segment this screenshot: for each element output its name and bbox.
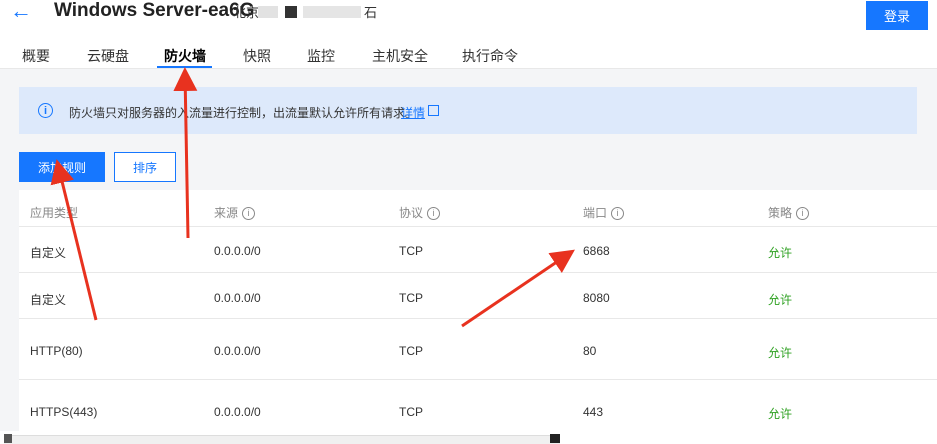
row-divider — [19, 272, 937, 273]
cell-source: 0.0.0.0/0 — [214, 244, 261, 258]
login-button[interactable]: 登录 — [866, 1, 928, 30]
cell-protocol: TCP — [399, 344, 423, 358]
external-link-icon[interactable] — [428, 105, 439, 116]
cell-policy: 允许 — [768, 293, 793, 307]
arrow-left-icon[interactable]: ← — [10, 0, 32, 24]
tab-snapshot[interactable]: 快照 — [243, 46, 271, 66]
add-rule-button[interactable]: 添加规则 — [19, 152, 105, 182]
cell-app-type: 自定义 — [30, 246, 67, 260]
cell-protocol: TCP — [399, 244, 423, 258]
cell-policy: 允许 — [768, 407, 793, 421]
region-tail: 石 — [364, 5, 378, 20]
region-label: 北京 — [233, 5, 260, 20]
cell-app-type: HTTP(80) — [30, 344, 83, 358]
cell-port: 6868 — [583, 244, 610, 258]
document-icon — [4, 434, 12, 443]
cell-port: 8080 — [583, 291, 610, 305]
cell-policy: 允许 — [768, 346, 793, 360]
tab-firewall[interactable]: 防火墙 — [164, 46, 206, 66]
cell-port: 80 — [583, 344, 597, 358]
top-bar: ← Windows Server-ea6G 北京 石 登录 — [0, 0, 937, 42]
cell-protocol: TCP — [399, 291, 423, 305]
cell-port: 443 — [583, 405, 604, 419]
redacted-text — [258, 6, 278, 18]
column-header-source: 来源 i — [214, 204, 256, 221]
tab-overview[interactable]: 概要 — [22, 46, 50, 66]
info-icon: i — [38, 103, 53, 118]
cell-protocol: TCP — [399, 405, 423, 419]
help-icon[interactable]: i — [796, 207, 810, 221]
cell-app-type: HTTPS(443) — [30, 405, 98, 419]
notice-text: 防火墙只对服务器的入流量进行控制，出流量默认允许所有请求。 — [69, 106, 418, 120]
page-title: Windows Server-ea6G — [54, 0, 255, 21]
active-tab-indicator — [157, 66, 212, 68]
cell-policy: 允许 — [768, 246, 793, 260]
scrollbar-end — [550, 434, 560, 443]
tab-cloud-disk[interactable]: 云硬盘 — [87, 46, 129, 66]
column-header-protocol: 协议 i — [399, 204, 441, 221]
sort-button[interactable]: 排序 — [114, 152, 176, 182]
cell-source: 0.0.0.0/0 — [214, 344, 261, 358]
cell-app-type: 自定义 — [30, 293, 67, 307]
details-link[interactable]: 详情 — [401, 104, 425, 121]
row-divider — [19, 226, 937, 227]
row-divider — [19, 379, 937, 380]
cell-source: 0.0.0.0/0 — [214, 405, 261, 419]
column-header-app-type: 应用类型 — [30, 206, 79, 220]
cell-source: 0.0.0.0/0 — [214, 291, 261, 305]
tab-bar: 概要 云硬盘 防火墙 快照 监控 主机安全 执行命令 — [0, 38, 937, 69]
redacted-text — [285, 6, 297, 18]
row-divider — [19, 318, 937, 319]
tab-monitor[interactable]: 监控 — [307, 46, 335, 66]
column-header-policy: 策略 i — [768, 204, 810, 221]
tab-host-security[interactable]: 主机安全 — [372, 46, 428, 66]
help-icon[interactable]: i — [611, 207, 625, 221]
firewall-rules-table: 应用类型 来源 i 协议 i 端口 i 策略 i 自定义 0.0.0.0/0 TCP 6… — [19, 190, 937, 443]
redacted-text — [303, 6, 361, 18]
column-header-port: 端口 i — [583, 204, 625, 221]
help-icon[interactable]: i — [242, 207, 256, 221]
help-icon[interactable]: i — [427, 207, 441, 221]
tab-run-command[interactable]: 执行命令 — [462, 46, 518, 66]
